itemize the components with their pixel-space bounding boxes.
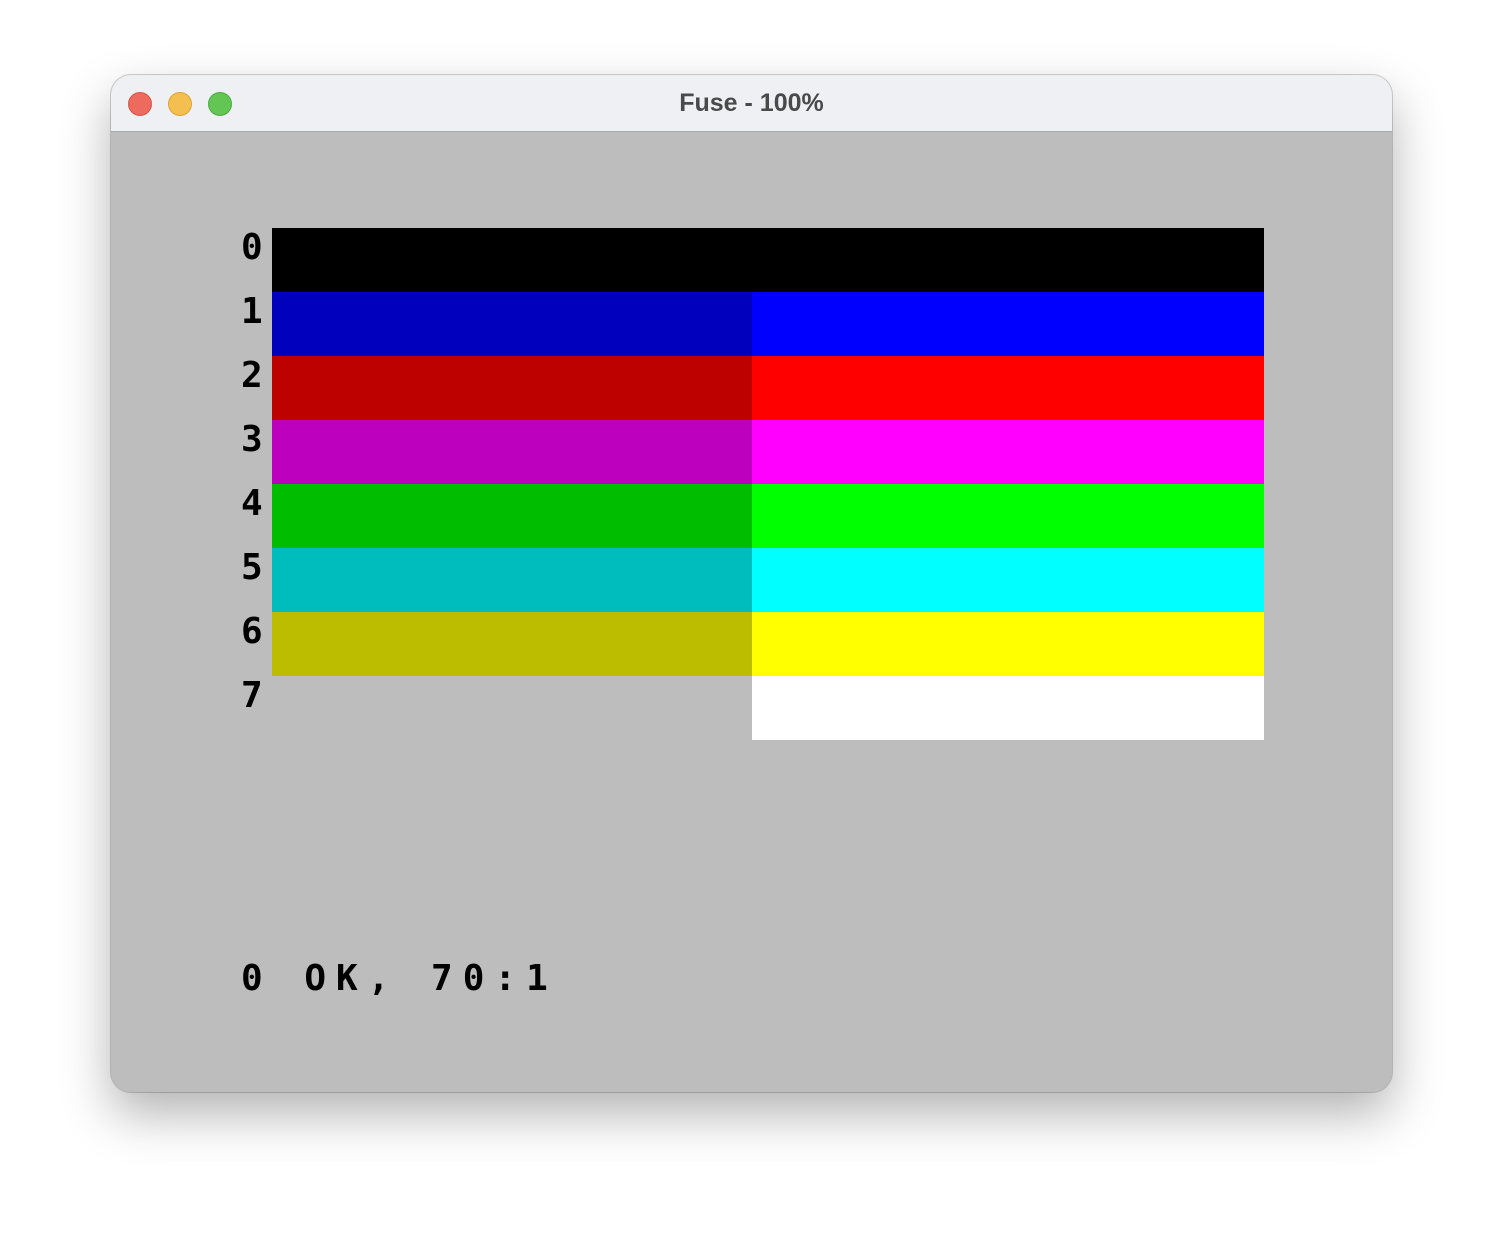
row-label-2: 2 [241,355,263,396]
row-label-5: 5 [241,547,263,588]
colour-bar-bright-5 [752,548,1264,612]
colour-bar-bright-3 [752,420,1264,484]
colour-bar-bright-1 [752,292,1264,356]
status-line: 0 OK, 70:1 [241,958,558,999]
colour-bar-normal-6 [272,612,752,676]
colour-bar-normal-7 [272,676,752,740]
colour-bar-normal-0 [272,228,752,292]
colour-bar-normal-3 [272,420,752,484]
spectrum-screen[interactable]: 0 OK, 70:1 0 1 2 3 4 5 6 7 [111,132,1392,1092]
window-title: Fuse - 100% [679,89,824,117]
row-label-3: 3 [241,419,263,460]
colour-bar-bright-7 [752,676,1264,740]
colour-bar-bright-0 [752,228,1264,292]
row-label-0: 0 [241,227,263,268]
row-label-7: 7 [241,675,263,716]
colour-bar-normal-5 [272,548,752,612]
fuse-window: Fuse - 100% 0 OK, 70:1 0 1 2 3 4 5 6 7 [111,75,1392,1092]
row-label-1: 1 [241,291,263,332]
colour-bar-bright-4 [752,484,1264,548]
title-bar[interactable]: Fuse - 100% [111,75,1392,132]
colour-bar-normal-1 [272,292,752,356]
colour-bar-bright-6 [752,612,1264,676]
row-label-4: 4 [241,483,263,524]
colour-bar-bright-2 [752,356,1264,420]
row-label-6: 6 [241,611,263,652]
colour-bar-normal-2 [272,356,752,420]
colour-bar-normal-4 [272,484,752,548]
